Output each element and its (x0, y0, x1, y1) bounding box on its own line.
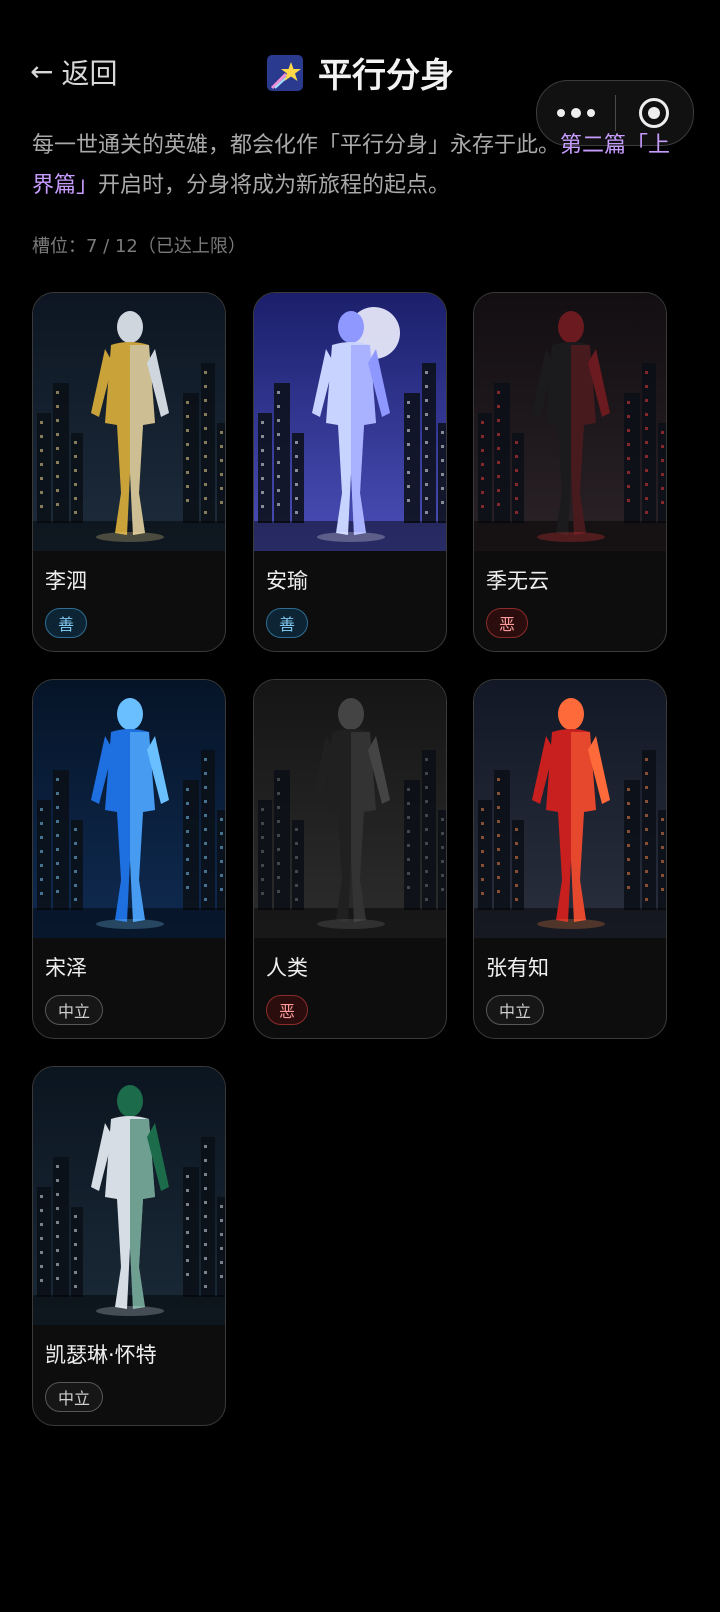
hero-art (33, 680, 225, 938)
clone-card[interactable]: 凯瑟琳·怀特中立 (32, 1066, 226, 1426)
clone-name: 张有知 (486, 956, 549, 980)
clone-card[interactable]: 安瑜善 (253, 292, 447, 652)
clone-portrait (33, 293, 225, 551)
clone-card[interactable]: 张有知 中立 (473, 679, 667, 1039)
slot-count: 槽位：7 / 12（已达上限） (32, 236, 246, 257)
alignment-badge: 中立 (486, 995, 545, 1025)
clone-name: 凯瑟琳·怀特 (45, 1343, 157, 1367)
hero-art (254, 293, 446, 551)
clone-portrait (474, 680, 666, 938)
clone-name: 李泗 (45, 569, 87, 593)
hero-art (254, 680, 446, 938)
clone-portrait (254, 680, 446, 938)
hero-art (33, 293, 225, 551)
hero-art (474, 293, 666, 551)
alignment-badge: 中立 (45, 995, 104, 1025)
clone-card[interactable]: 宋泽 中立 (32, 679, 226, 1039)
hero-art (33, 1067, 225, 1325)
title-text: 平行分身 (318, 56, 454, 96)
alignment-badge: 善 (45, 608, 88, 638)
alignment-badge: 恶 (266, 995, 309, 1025)
clone-portrait (33, 1067, 225, 1325)
clone-name: 季无云 (486, 569, 549, 593)
alignment-badge: 中立 (45, 1382, 104, 1412)
clone-card[interactable]: 人类恶 (253, 679, 447, 1039)
clone-card[interactable]: 季无云恶 (473, 292, 667, 652)
shooting-star-icon (267, 54, 303, 91)
clone-name: 安瑜 (266, 569, 308, 593)
clone-card[interactable]: 李泗善 (32, 292, 226, 652)
intro-text: 每一世通关的英雄，都会化作「平行分身」永存于此。第二篇「上界篇」开启时，分身将成… (32, 126, 692, 206)
clone-name: 宋泽 (45, 956, 87, 980)
intro-text-tail: 开启时，分身将成为新旅程的起点。 (98, 173, 451, 198)
intro-text-main: 每一世通关的英雄，都会化作「平行分身」永存于此。 (32, 133, 561, 158)
top-bar: ← 返回 平行分身 (0, 0, 720, 146)
hero-art (474, 680, 666, 938)
clone-portrait (254, 293, 446, 551)
alignment-badge: 恶 (486, 608, 529, 638)
clone-portrait (33, 680, 225, 938)
clone-name: 人类 (266, 956, 308, 980)
clone-portrait (474, 293, 666, 551)
more-dots-icon[interactable] (537, 108, 615, 118)
alignment-badge: 善 (266, 608, 309, 638)
target-icon[interactable] (616, 98, 694, 128)
